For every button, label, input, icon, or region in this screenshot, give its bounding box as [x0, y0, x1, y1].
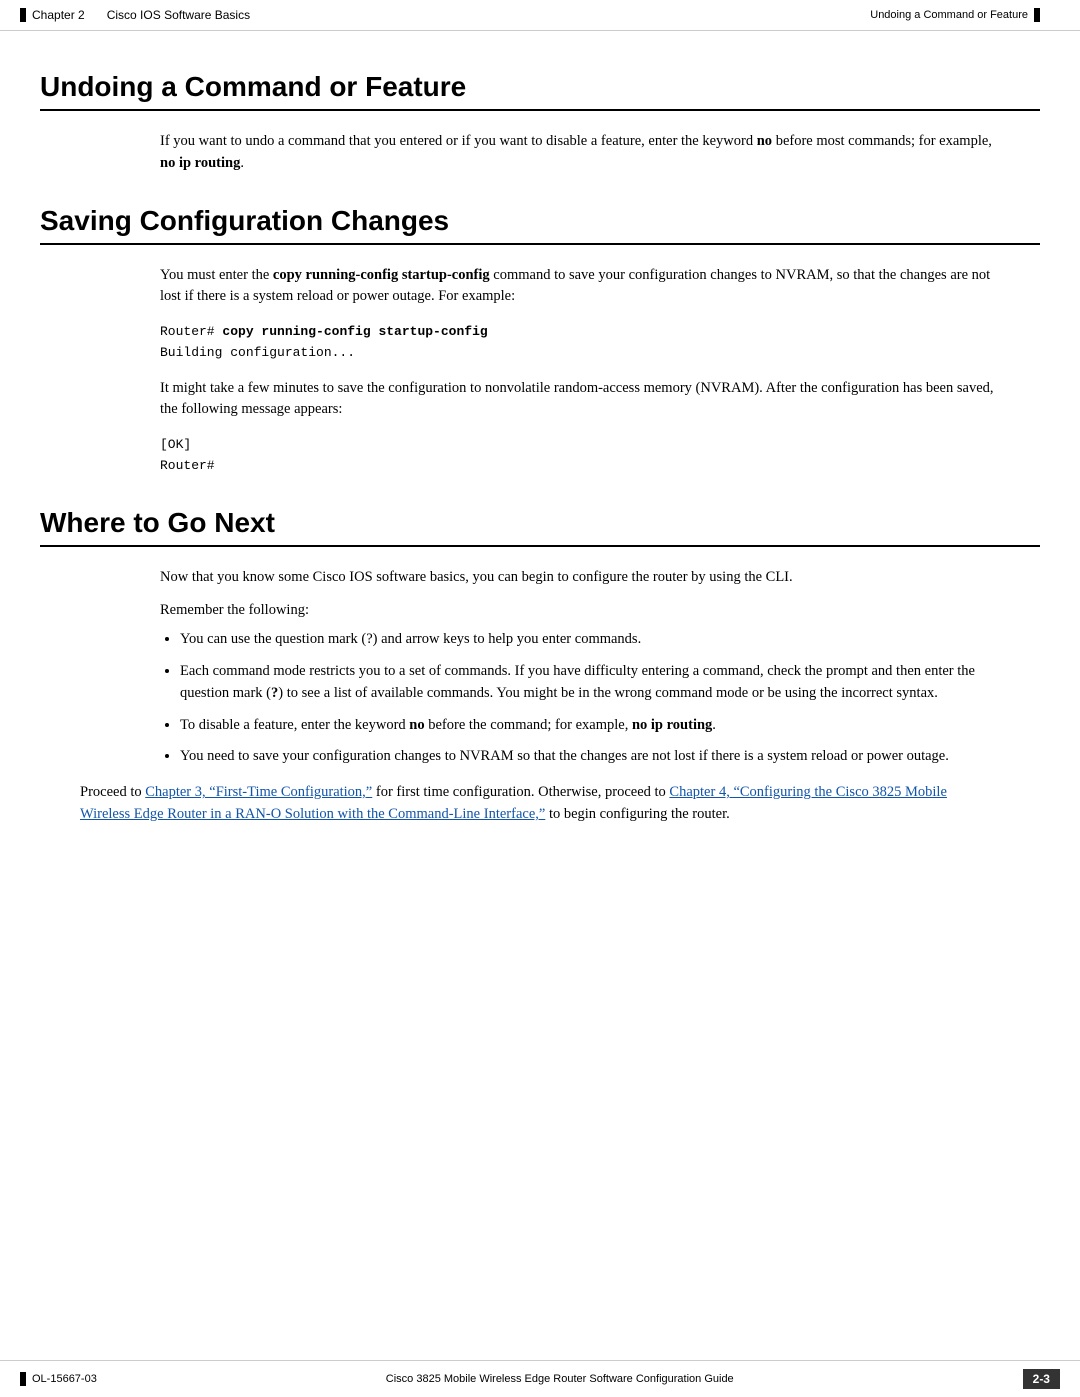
section-undoing: Undoing a Command or Feature If you want… [40, 71, 1040, 175]
code-block-2: [OK] Router# [160, 435, 1000, 477]
footer-doc-number: OL-15667-03 [32, 1373, 97, 1385]
bullet-item-1: You can use the question mark (?) and ar… [180, 629, 1000, 651]
where-next-paragraph-1: Now that you know some Cisco IOS softwar… [160, 567, 1000, 589]
bullet-list: You can use the question mark (?) and ar… [180, 629, 1000, 768]
undoing-paragraph: If you want to undo a command that you e… [160, 131, 1000, 175]
keyword-no-ip-routing-1: no ip routing [160, 155, 240, 171]
header-left: Chapter 2 Cisco IOS Software Basics [20, 8, 250, 22]
bullet-item-4: You need to save your configuration chan… [180, 746, 1000, 768]
saving-paragraph-2: It might take a few minutes to save the … [160, 378, 1000, 422]
code-bold-1: copy running-config startup-config [222, 324, 487, 339]
footer-page-number: 2-3 [1023, 1369, 1060, 1389]
section-saving: Saving Configuration Changes You must en… [40, 205, 1040, 477]
code-line-prompt: Router# copy running-config startup-conf… [160, 324, 488, 339]
header-right-marker [1034, 8, 1040, 22]
keyword-question-mark: ? [271, 685, 278, 701]
page-container: Chapter 2 Cisco IOS Software Basics Undo… [0, 0, 1080, 1397]
header-chapter-label: Chapter 2 [32, 8, 85, 22]
code-line-ok: [OK] [160, 437, 191, 452]
header-right: Undoing a Command or Feature [870, 8, 1040, 22]
footer-left-marker [20, 1372, 26, 1386]
saving-paragraph-1: You must enter the copy running-config s… [160, 265, 1000, 309]
footer-bar: OL-15667-03 Cisco 3825 Mobile Wireless E… [0, 1360, 1080, 1397]
bullet-item-2: Each command mode restricts you to a set… [180, 661, 1000, 705]
header-chapter-title: Cisco IOS Software Basics [107, 8, 250, 22]
proceed-paragraph: Proceed to Chapter 3, “First-Time Config… [80, 782, 1000, 826]
header-right-text: Undoing a Command or Feature [870, 9, 1028, 21]
heading-where-next: Where to Go Next [40, 507, 1040, 547]
keyword-no-2: no [409, 717, 424, 733]
main-content: Undoing a Command or Feature If you want… [0, 31, 1080, 870]
section-where-next: Where to Go Next Now that you know some … [40, 507, 1040, 826]
heading-saving: Saving Configuration Changes [40, 205, 1040, 245]
remember-text: Remember the following: [160, 602, 1000, 619]
header-left-marker [20, 8, 26, 22]
code-line-building: Building configuration... [160, 345, 355, 360]
code-line-router-prompt: Router# [160, 458, 215, 473]
code-block-1: Router# copy running-config startup-conf… [160, 322, 1000, 364]
keyword-copy-running: copy running-config startup-config [273, 267, 490, 283]
heading-undoing: Undoing a Command or Feature [40, 71, 1040, 111]
keyword-no-ip-routing-2: no ip routing [632, 717, 712, 733]
bullet-item-3: To disable a feature, enter the keyword … [180, 715, 1000, 737]
footer-center: Cisco 3825 Mobile Wireless Edge Router S… [386, 1373, 734, 1385]
keyword-no-1: no [757, 133, 772, 149]
link-chapter-3[interactable]: Chapter 3, “First-Time Configuration,” [145, 784, 372, 800]
footer-title: Cisco 3825 Mobile Wireless Edge Router S… [386, 1373, 734, 1385]
footer-left: OL-15667-03 [20, 1372, 97, 1386]
header-bar: Chapter 2 Cisco IOS Software Basics Undo… [0, 0, 1080, 31]
